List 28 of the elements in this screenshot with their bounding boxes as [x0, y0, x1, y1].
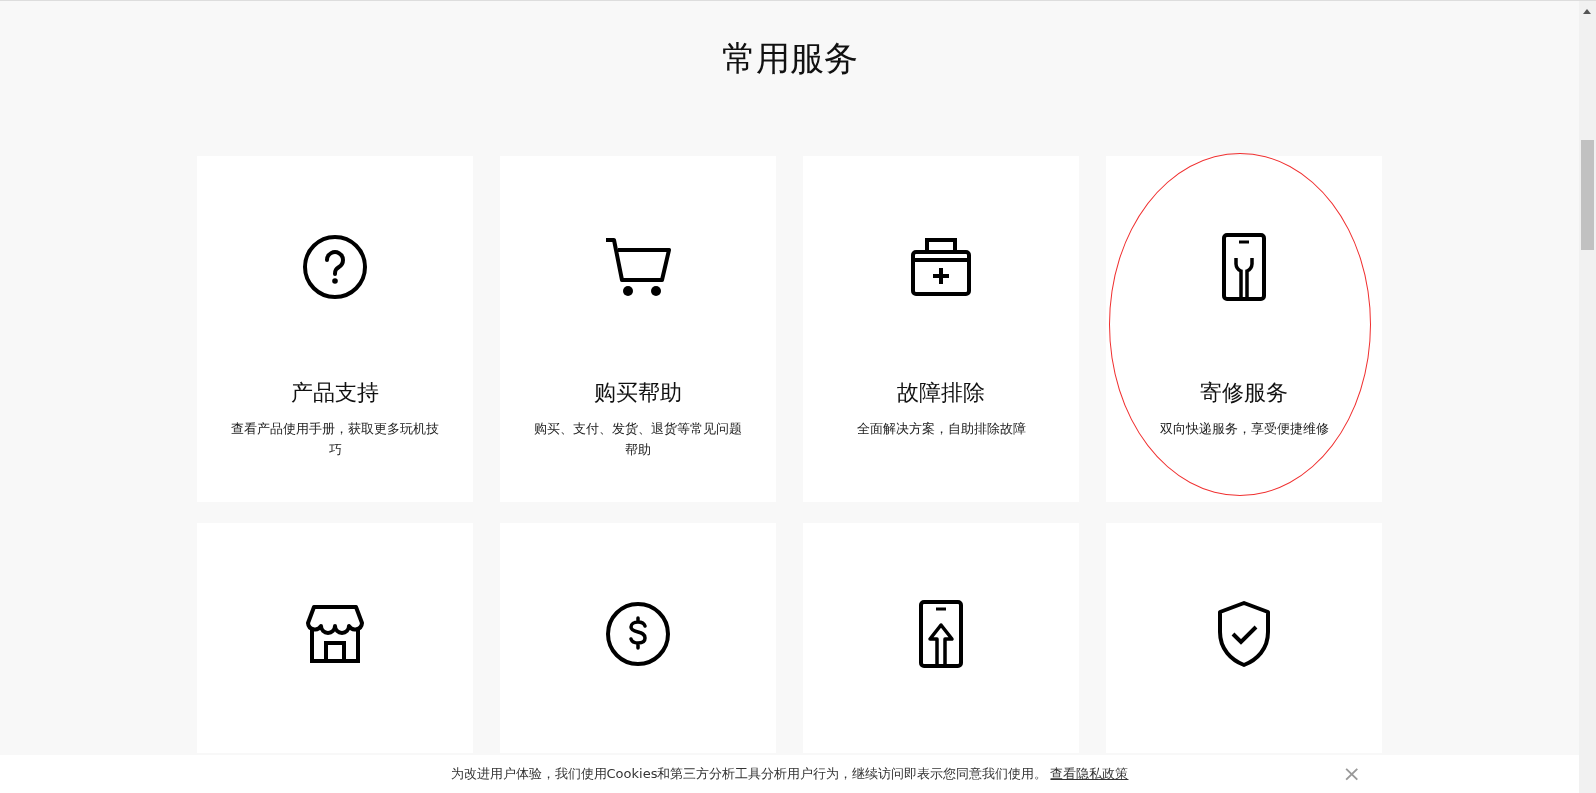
service-card[interactable]: 购买帮助 购买、支付、发货、退货等常见问题帮助: [500, 156, 776, 502]
card-title: 产品支持: [291, 379, 379, 407]
card-description: 购买、支付、发货、退货等常见问题帮助: [533, 420, 743, 459]
scroll-up-icon[interactable]: [1583, 9, 1591, 14]
dollar-icon: [605, 601, 671, 667]
privacy-policy-link[interactable]: 查看隐私政策: [1050, 765, 1129, 783]
medical-kit-icon: [909, 236, 973, 298]
service-card[interactable]: 产品支持 查看产品使用手册，获取更多玩机技巧: [197, 156, 473, 502]
service-card[interactable]: 寄修服务 双向快递服务，享受便捷维修: [1106, 156, 1382, 502]
service-card[interactable]: 故障排除 全面解决方案，自助排除故障: [803, 156, 1079, 502]
phone-wrench-icon: [1221, 232, 1267, 302]
card-title: 寄修服务: [1200, 379, 1288, 407]
card-title: 购买帮助: [594, 379, 682, 407]
cart-icon: [604, 236, 672, 298]
card-description: 全面解决方案，自助排除故障: [856, 420, 1026, 438]
card-description: 查看产品使用手册，获取更多玩机技巧: [230, 420, 440, 459]
service-card[interactable]: [500, 523, 776, 753]
scrollbar-thumb[interactable]: [1581, 140, 1594, 250]
service-card[interactable]: [803, 523, 1079, 753]
service-card[interactable]: [197, 523, 473, 753]
shield-check-icon: [1215, 600, 1273, 668]
card-title: 故障排除: [897, 379, 985, 407]
question-icon: [302, 234, 368, 300]
card-description: 双向快递服务，享受便捷维修: [1159, 420, 1329, 438]
cookie-notice-text: 为改进用户体验，我们使用Cookies和第三方分析工具分析用户行为，继续访问即表示您同意我们使用。: [450, 765, 1048, 783]
service-card[interactable]: [1106, 523, 1382, 753]
store-icon: [304, 603, 366, 665]
page-heading: 常用服务: [721, 37, 858, 79]
